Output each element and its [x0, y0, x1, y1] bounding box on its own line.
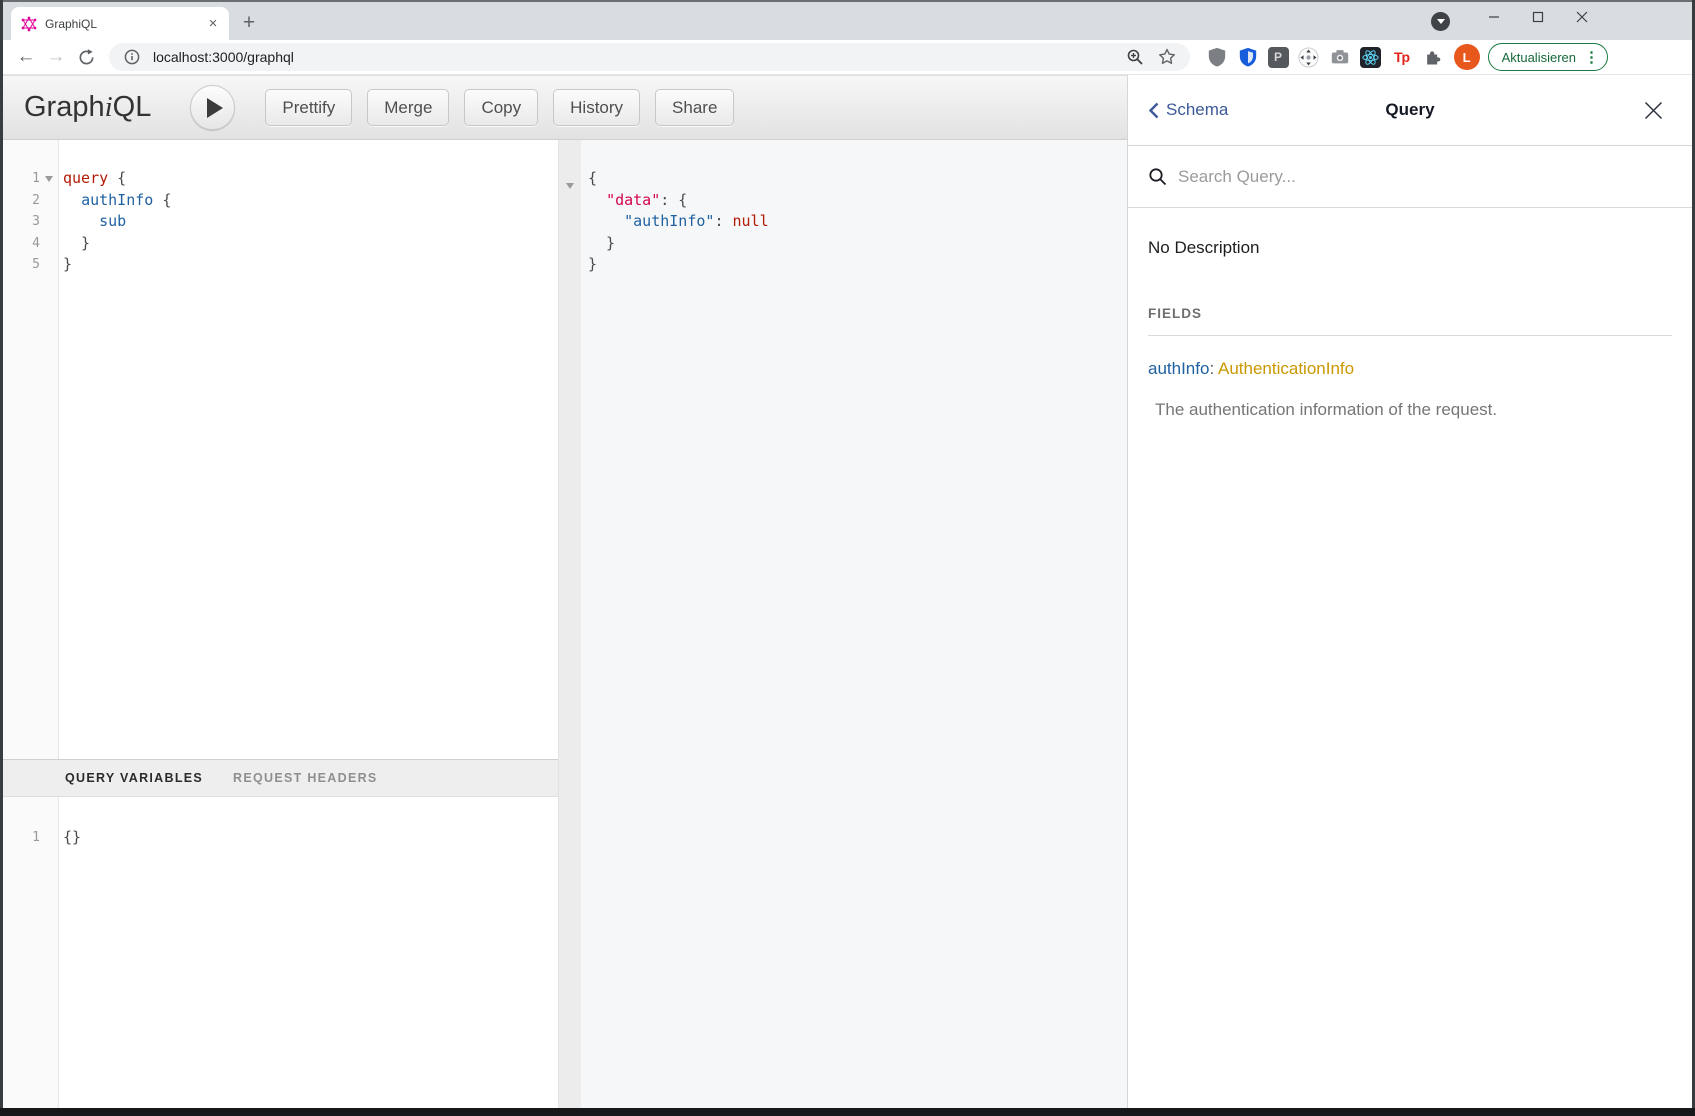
field-type-link[interactable]: AuthenticationInfo	[1218, 359, 1354, 378]
variables-code[interactable]: {}	[59, 797, 558, 1108]
page-info-icon[interactable]	[121, 46, 143, 68]
tab-close-icon[interactable]: ×	[205, 16, 221, 32]
chevron-left-icon	[1148, 102, 1159, 119]
field-name-link[interactable]: authInfo	[1148, 359, 1209, 378]
zoom-icon[interactable]	[1124, 46, 1146, 68]
extensions-puzzle-icon[interactable]	[1422, 46, 1444, 68]
field-description: The authentication information of the re…	[1155, 400, 1672, 420]
graphiql-logo: GraphiQL	[24, 91, 151, 124]
graphiql-app: GraphiQL Prettify Merge Copy History Sha…	[3, 75, 1692, 1108]
fields-divider	[1148, 335, 1672, 336]
result-pane: { "data": { "authInfo": null }}	[559, 140, 1127, 1108]
fields-heading: FIELDS	[1148, 306, 1672, 321]
extensions-row: P	[1206, 46, 1444, 68]
profile-avatar[interactable]: L	[1454, 44, 1480, 70]
tp-extension-icon[interactable]: Tp	[1391, 46, 1413, 68]
browser-titlebar: GraphiQL × +	[3, 2, 1692, 40]
doc-close-button[interactable]	[1643, 100, 1664, 121]
execute-button[interactable]	[190, 85, 235, 130]
editors-area: 12345 query { authInfo { sub }} QUERY VA…	[3, 140, 1127, 1108]
prettify-button[interactable]: Prettify	[265, 89, 352, 126]
react-devtools-icon[interactable]	[1360, 46, 1382, 68]
adblock-shield-icon[interactable]	[1206, 46, 1228, 68]
close-window-button[interactable]	[1560, 2, 1604, 32]
graphiql-main: GraphiQL Prettify Merge Copy History Sha…	[3, 75, 1127, 1108]
doc-search-row	[1128, 146, 1692, 208]
maximize-button[interactable]	[1516, 2, 1560, 32]
tab-query-variables[interactable]: QUERY VARIABLES	[65, 771, 203, 785]
new-tab-button[interactable]: +	[235, 9, 263, 37]
update-button[interactable]: Aktualisieren ⋮	[1488, 43, 1608, 71]
variables-editor[interactable]: 1 {}	[3, 797, 558, 1108]
doc-explorer-panel: Query Schema	[1127, 75, 1692, 1108]
result-viewer: { "data": { "authInfo": null }}	[581, 140, 1127, 1108]
toolbar-buttons: Prettify Merge Copy History Share	[265, 89, 734, 126]
reload-button[interactable]	[71, 42, 101, 72]
browser-tab[interactable]: GraphiQL ×	[11, 7, 229, 40]
browser-menu-icon[interactable]: ⋮	[1581, 50, 1602, 65]
minimize-button[interactable]	[1472, 2, 1516, 32]
search-icon	[1148, 167, 1168, 187]
doc-back-link[interactable]: Schema	[1148, 100, 1228, 120]
history-button[interactable]: History	[553, 89, 640, 126]
variables-gutter: 1	[3, 797, 59, 1108]
field-row: authInfo: AuthenticationInfo	[1148, 359, 1672, 379]
field-colon: :	[1209, 359, 1214, 378]
play-icon	[207, 98, 223, 118]
url-text: localhost:3000/graphql	[153, 49, 1114, 65]
forward-button[interactable]: →	[41, 42, 71, 72]
move-cross-icon[interactable]	[1298, 46, 1320, 68]
update-button-label: Aktualisieren	[1502, 50, 1576, 65]
p-extension-icon[interactable]: P	[1268, 47, 1289, 68]
caret-circle-icon[interactable]	[1431, 12, 1450, 31]
tab-title: GraphiQL	[45, 17, 197, 31]
result-fold-arrow-icon[interactable]	[566, 175, 574, 197]
share-button[interactable]: Share	[655, 89, 734, 126]
type-description: No Description	[1148, 238, 1672, 258]
query-gutter: 12345	[3, 140, 59, 759]
copy-button[interactable]: Copy	[464, 89, 538, 126]
password-shield-icon[interactable]	[1237, 46, 1259, 68]
doc-back-label: Schema	[1166, 100, 1228, 120]
merge-button[interactable]: Merge	[367, 89, 449, 126]
doc-search-input[interactable]	[1178, 167, 1672, 187]
camera-icon[interactable]	[1329, 46, 1351, 68]
query-editor[interactable]: 12345 query { authInfo { sub }}	[3, 140, 558, 759]
query-pane: 12345 query { authInfo { sub }} QUERY VA…	[3, 140, 559, 1108]
window-controls	[1472, 2, 1604, 32]
tab-request-headers[interactable]: REQUEST HEADERS	[233, 771, 378, 785]
variables-tab-bar: QUERY VARIABLES REQUEST HEADERS	[3, 759, 558, 797]
back-button[interactable]: ←	[11, 42, 41, 72]
result-fold-gutter	[559, 140, 581, 1108]
query-code[interactable]: query { authInfo { sub }}	[59, 140, 558, 759]
address-bar[interactable]: localhost:3000/graphql	[109, 43, 1190, 71]
graphql-favicon-icon	[21, 16, 37, 32]
graphiql-toolbar: GraphiQL Prettify Merge Copy History Sha…	[3, 75, 1127, 140]
browser-navbar: ← → localhost:3000/graphql	[3, 40, 1692, 75]
doc-explorer-header: Query Schema	[1128, 75, 1692, 146]
taskbar-strip	[0, 1108, 1695, 1116]
query-fold-arrow-icon[interactable]	[40, 176, 58, 182]
bookmark-star-icon[interactable]	[1156, 46, 1178, 68]
window-border-top	[0, 0, 1695, 2]
window-border-left	[0, 0, 3, 1116]
doc-explorer-body: No Description FIELDS authInfo: Authenti…	[1128, 208, 1692, 420]
